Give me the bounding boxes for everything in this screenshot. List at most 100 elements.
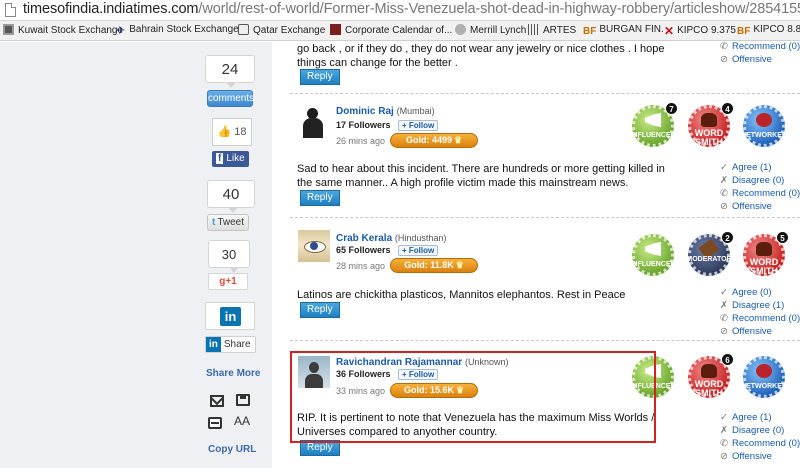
avatar[interactable]	[298, 106, 330, 138]
disagree-link[interactable]: ✗ Disagree (0)	[719, 175, 784, 186]
bookmark-merrill-lynch[interactable]: Merrill Lynch	[455, 24, 526, 36]
author-location: (Hindusthan)	[394, 233, 447, 243]
bookmark-artes[interactable]: ARTES	[528, 24, 576, 36]
bookmark-kuwait-stock-exchange[interactable]: Kuwait Stock Exchange	[3, 24, 123, 36]
comment-author[interactable]: Dominic Raj (Mumbai)	[336, 106, 435, 117]
offensive-icon: ⊘	[720, 451, 728, 462]
check-icon: ✓	[720, 162, 728, 173]
font-size-control[interactable]: AA	[234, 414, 250, 428]
badge-label: WORD SMITH	[694, 128, 724, 147]
check-icon: ✓	[720, 287, 728, 298]
comment-text: go back , or if they do , they do not we…	[297, 42, 667, 70]
disagree-link[interactable]: ✗ Disagree (0)	[719, 425, 784, 436]
offensive-link[interactable]: ⊘ Offensive	[719, 451, 772, 462]
comments-button[interactable]: comments	[207, 90, 254, 107]
badge-count: 7	[665, 102, 678, 115]
offensive-link[interactable]: ⊘ Offensive	[719, 54, 772, 65]
follow-button[interactable]: + Follow	[398, 120, 439, 131]
offensive-icon: ⊘	[720, 201, 728, 212]
bookmark-label: Bahrain Stock Exchange	[129, 24, 239, 35]
disagree-link[interactable]: ✗ Disagree (1)	[719, 300, 784, 311]
recommend-icon: ✆	[720, 41, 728, 52]
vote-label: Agree (0)	[732, 287, 772, 298]
vote-label: Disagree (0)	[732, 175, 785, 186]
url-host: timesofindia.indiatimes.com	[23, 1, 199, 17]
bookmark-kipco-887[interactable]: BFKIPCO 8.87	[737, 24, 800, 37]
comment-author[interactable]: Crab Kerala (Hindusthan)	[336, 233, 446, 244]
page-icon	[5, 3, 16, 17]
agree-link[interactable]: ✓ Agree (0)	[719, 287, 772, 298]
bull-icon	[455, 24, 466, 35]
print-icon[interactable]	[208, 417, 222, 429]
reply-button[interactable]: Reply	[300, 302, 340, 318]
bookmark-label: Kuwait Stock Exchange	[18, 25, 124, 36]
fb-count-value: 18	[234, 126, 247, 138]
bookmark-corporate-calendar[interactable]: Corporate Calendar of...	[330, 24, 452, 36]
x-icon: ✕	[664, 24, 675, 38]
influencer-badge[interactable]: INFLUENCER 7	[630, 102, 678, 147]
offensive-link[interactable]: ⊘ Offensive	[719, 201, 772, 212]
save-icon[interactable]	[236, 394, 250, 406]
recommend-icon: ✆	[720, 313, 728, 324]
share-more-link[interactable]: Share More	[206, 368, 260, 379]
bookmark-kipco-9375[interactable]: ✕ KIPCO 9.375	[664, 24, 736, 38]
avatar[interactable]	[298, 230, 330, 262]
grid-icon	[3, 24, 14, 35]
recommend-link[interactable]: ✆ Recommend (0)	[719, 188, 800, 199]
networker-badge[interactable]: NETWORKER	[741, 105, 787, 147]
check-icon: ✓	[720, 412, 728, 423]
vote-label: Disagree (0)	[732, 425, 785, 436]
recommend-link[interactable]: ✆ Recommend (0)	[719, 41, 800, 52]
lines-icon	[528, 24, 539, 35]
facebook-like-button[interactable]: f Like	[212, 151, 249, 167]
facebook-like-count: 👍 18	[212, 118, 252, 146]
vote-label: Recommend (0)	[732, 313, 800, 324]
gplus-button[interactable]: g+1	[208, 273, 248, 290]
offensive-link[interactable]: ⊘ Offensive	[719, 326, 772, 337]
author-name: Crab Kerala	[336, 233, 393, 244]
agree-link[interactable]: ✓ Agree (1)	[719, 412, 772, 423]
linkedin-share-label: Share	[223, 339, 251, 350]
linkedin-logo-box[interactable]: in	[205, 302, 255, 330]
email-icon[interactable]	[210, 395, 224, 407]
author-location: (Mumbai)	[396, 106, 435, 116]
badge-count: 5	[776, 231, 789, 244]
vote-label: Offensive	[732, 326, 772, 337]
word-smith-badge[interactable]: WORD SMITH 6	[688, 353, 734, 398]
browser-window: timesofindia.indiatimes.com/world/rest-o…	[0, 0, 800, 468]
bookmark-label: KIPCO 9.375	[677, 25, 736, 36]
bookmark-burgan-fin[interactable]: BF BURGAN FIN.	[583, 24, 664, 37]
badge-ring	[632, 234, 674, 276]
reply-button[interactable]: Reply	[300, 69, 340, 85]
recommend-link[interactable]: ✆ Recommend (0)	[719, 438, 800, 449]
word-smith-badge[interactable]: WORD SMITH 4	[688, 102, 734, 147]
tweet-label: Tweet	[217, 217, 245, 228]
linkedin-share-button[interactable]: in Share	[205, 336, 256, 353]
agree-link[interactable]: ✓ Agree (1)	[719, 162, 772, 173]
cross-icon: ✗	[720, 175, 728, 186]
reply-button[interactable]: Reply	[300, 190, 340, 206]
vote-label: Recommend (0)	[732, 438, 800, 449]
vote-label: Offensive	[732, 54, 772, 65]
moderator-badge[interactable]: MODERATOR 2	[686, 231, 734, 276]
copy-url-link[interactable]: Copy URL	[208, 444, 256, 455]
fb-like-label: Like	[226, 153, 245, 164]
comment-text-line: Sad to hear about this incident. There a…	[297, 163, 665, 175]
linkedin-small-icon: in	[206, 337, 221, 352]
recommend-link[interactable]: ✆ Recommend (0)	[719, 313, 800, 324]
tweet-button[interactable]: t Tweet	[207, 214, 250, 231]
inkwell-icon	[756, 242, 772, 256]
networker-badge[interactable]: NETWORKER	[741, 356, 787, 398]
inkwell-icon	[701, 113, 717, 127]
vote-label: Agree (1)	[732, 162, 772, 173]
bookmark-bahrain-stock-exchange[interactable]: ✈ Bahrain Stock Exchange	[116, 24, 239, 37]
word-smith-badge[interactable]: WORD SMITH 5	[743, 231, 789, 276]
influencer-badge[interactable]: INFLUENCER	[630, 234, 676, 276]
url-text[interactable]: timesofindia.indiatimes.com/world/rest-o…	[23, 1, 800, 17]
address-bar[interactable]: timesofindia.indiatimes.com/world/rest-o…	[0, 0, 800, 21]
badge-label: WORD SMITH	[694, 379, 724, 398]
badge-label: NETWORKER	[741, 132, 787, 139]
cross-icon: ✗	[720, 425, 728, 436]
follow-button[interactable]: + Follow	[398, 245, 439, 256]
bookmark-qatar-exchange[interactable]: Qatar Exchange	[238, 24, 325, 36]
